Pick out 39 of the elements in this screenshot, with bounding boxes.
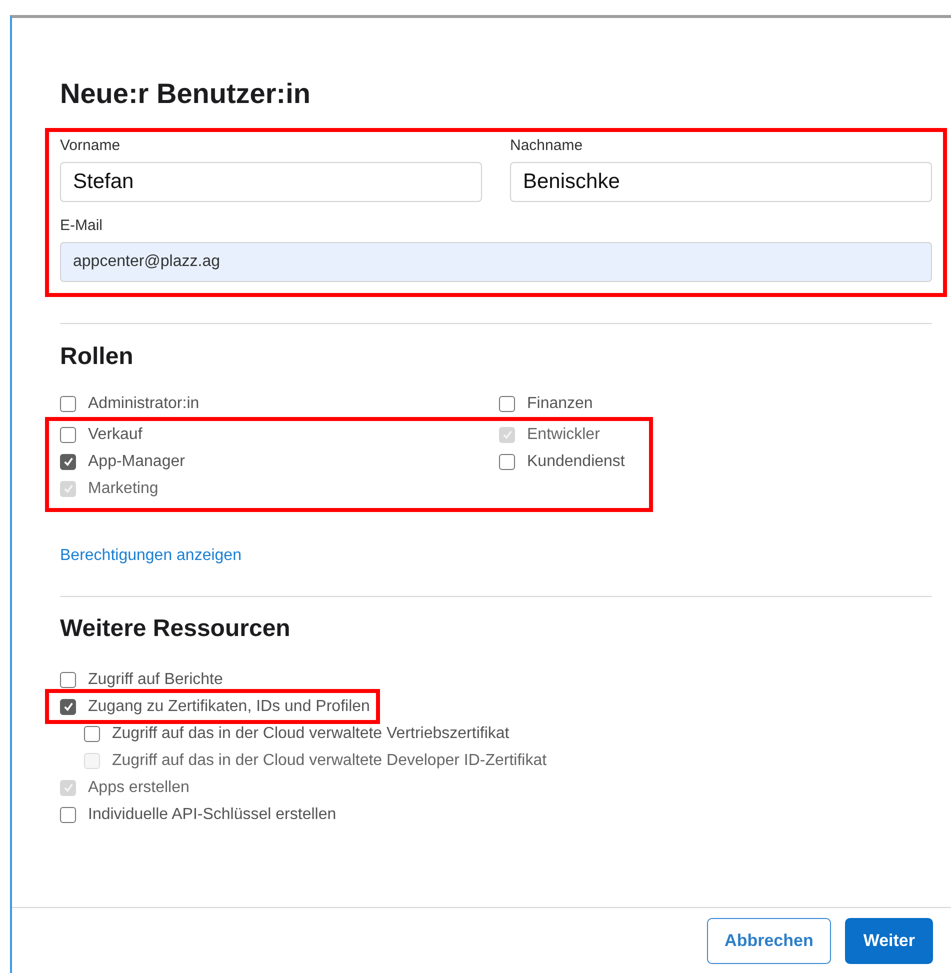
checkmark-icon	[62, 483, 74, 494]
checkbox-label: Zugriff auf das in der Cloud verwaltete Developer ID-Zertifikat	[112, 750, 547, 770]
checkbox-label: Zugriff auf das in der Cloud verwaltete Vertriebszertifikat	[112, 724, 510, 744]
input-field[interactable]: Stefan	[60, 162, 482, 202]
checkbox-label: Finanzen	[527, 394, 593, 414]
checkbox-label: Apps erstellen	[88, 778, 190, 798]
checkbox[interactable]	[60, 396, 76, 412]
section-heading: Rollen	[60, 342, 134, 372]
checkbox-label: Individuelle API-Schlüssel erstellen	[88, 804, 336, 824]
checkbox[interactable]	[499, 454, 515, 470]
checkbox-label: Zugriff auf Berichte	[88, 670, 223, 690]
next-button[interactable]: Weiter	[845, 918, 933, 964]
dialog-title: Neue:r Benutzer:in	[60, 77, 312, 111]
input-field[interactable]: Benischke	[510, 162, 932, 202]
cancel-button[interactable]: Abbrechen	[706, 918, 832, 964]
checkmark-icon	[62, 782, 74, 793]
checkbox[interactable]	[84, 726, 100, 742]
checkmark-icon	[62, 456, 74, 467]
checkmark-icon	[62, 701, 74, 712]
checkbox-label: Entwickler	[527, 424, 600, 444]
checkbox-label: Marketing	[88, 478, 158, 498]
checkbox[interactable]	[60, 672, 76, 688]
checkbox-label: Zugang zu Zertifikaten, IDs und Profilen	[88, 696, 370, 716]
section-heading: Weitere Ressourcen	[60, 614, 292, 644]
permissions-link[interactable]: Berechtigungen anzeigen	[60, 544, 242, 568]
field-label: Vorname	[60, 136, 122, 156]
field-label: Nachname	[510, 136, 584, 156]
checkbox[interactable]	[60, 698, 76, 714]
checkbox-label: Verkauf	[88, 424, 142, 444]
checkbox[interactable]	[499, 396, 515, 412]
checkbox[interactable]	[60, 426, 76, 442]
checkbox[interactable]	[60, 806, 76, 822]
checkbox-label: Administrator:in	[88, 394, 200, 414]
checkbox-label: Kundendienst	[527, 452, 625, 472]
field-label: E-Mail	[60, 216, 104, 236]
checkmark-icon	[502, 429, 512, 440]
checkbox[interactable]	[60, 454, 76, 470]
checkbox-label: App-Manager	[88, 452, 185, 472]
input-field[interactable]: appcenter@plazz.ag	[60, 242, 932, 282]
